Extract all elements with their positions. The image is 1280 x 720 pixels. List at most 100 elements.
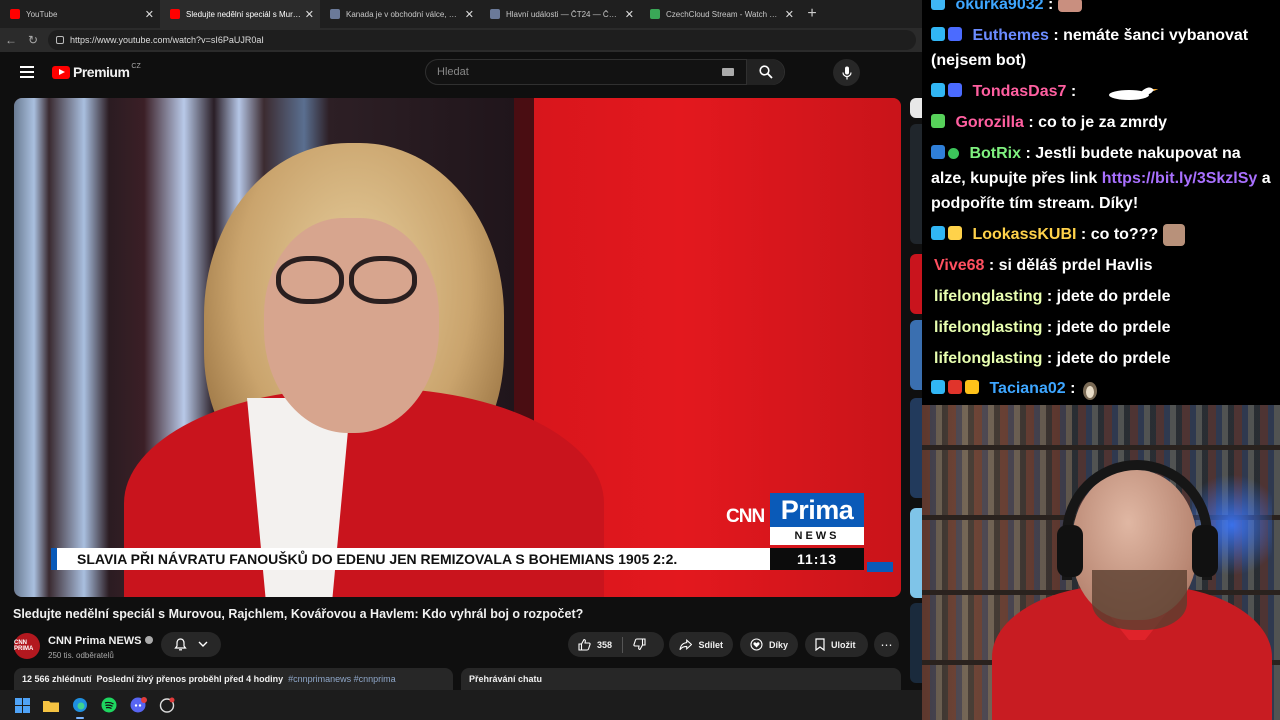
chat-text: jdete do prdele xyxy=(1056,319,1171,336)
thumb-edge[interactable] xyxy=(910,398,922,498)
description-box[interactable]: 12 566 zhlédnutí Poslední živý přenos pr… xyxy=(14,668,453,690)
verified-badge-icon xyxy=(948,148,959,159)
chat-username: okurka9032 xyxy=(955,0,1044,13)
kick-favicon-icon xyxy=(650,9,660,19)
search-input[interactable]: Hledat xyxy=(426,66,722,78)
browser-tab-kanada[interactable]: Kanada je v obchodní válce, nebo ✕ xyxy=(320,0,480,28)
chat-replay-header[interactable]: Přehrávání chatu xyxy=(461,668,901,690)
browser-tab-video[interactable]: Sledujte nedělní speciál s Murovou, R ✕ xyxy=(160,0,320,28)
close-tab-icon[interactable]: ✕ xyxy=(625,8,634,21)
search-button[interactable] xyxy=(746,59,784,85)
site-info-icon[interactable] xyxy=(56,36,64,44)
save-label: Uložit xyxy=(831,639,856,650)
video-player[interactable]: CNN Prima NEWS SLAVIA PŘI NÁVRATU FANOUŠ… xyxy=(14,98,901,597)
channel-name[interactable]: CNN Prima NEWS xyxy=(48,635,142,647)
glasses-right xyxy=(349,256,417,304)
view-count: 12 566 zhlédnutí xyxy=(22,674,92,684)
page-favicon-icon xyxy=(330,9,340,19)
new-tab-icon[interactable]: + xyxy=(800,5,824,23)
youtube-logo[interactable]: Premium CZ xyxy=(52,63,141,80)
chat-username: Vive68 xyxy=(934,257,985,274)
chat-link[interactable]: https://bit.ly/3SkzlSy xyxy=(1102,170,1258,187)
chat-message: Euthemes : nemáte šanci vybanovat (nejse… xyxy=(931,27,1249,69)
chat-message: Vive68 : si děláš prdel Havlis xyxy=(934,257,1153,274)
chat-username: LookassKUBI xyxy=(972,226,1077,243)
chat-username: lifelonglasting xyxy=(934,288,1043,305)
share-button[interactable]: Sdílet xyxy=(669,632,733,657)
youtube-premium-text: Premium xyxy=(73,64,130,80)
viewer-badge-icon xyxy=(931,226,945,240)
bell-icon xyxy=(174,638,187,651)
game-app-icon[interactable] xyxy=(157,695,177,715)
close-tab-icon[interactable]: ✕ xyxy=(785,8,794,21)
back-arrow-icon[interactable]: ← xyxy=(0,33,22,47)
keyboard-icon[interactable] xyxy=(722,68,734,76)
thanks-button[interactable]: Díky xyxy=(740,632,798,657)
close-tab-icon[interactable]: ✕ xyxy=(465,8,474,21)
search-icon xyxy=(758,65,773,79)
browser-tab-youtube[interactable]: YouTube ✕ xyxy=(0,0,160,28)
thanks-heart-icon xyxy=(750,638,763,651)
tab-title: Kanada je v obchodní válce, nebo xyxy=(346,9,461,19)
chat-message: Gorozilla : co to je za zmrdy xyxy=(931,110,1276,135)
chat-text: jdete do prdele xyxy=(1056,288,1171,305)
url-field[interactable]: https://www.youtube.com/watch?v=sI6PaUJR… xyxy=(48,30,916,50)
chat-text: si děláš prdel Havlis xyxy=(998,257,1153,274)
windows-start-icon[interactable] xyxy=(12,695,32,715)
close-tab-icon[interactable]: ✕ xyxy=(305,8,314,21)
channel-info[interactable]: CNN PRIMA CNN Prima NEWS 250 tis. odběra… xyxy=(14,631,153,660)
reload-icon[interactable]: ↻ xyxy=(22,33,44,47)
chevron-down-icon xyxy=(198,641,208,647)
prima-logo-text: Prima xyxy=(770,493,864,527)
save-button[interactable]: Uložit xyxy=(805,632,868,657)
browser-tab-ct24[interactable]: Hlavní události — ČT24 — Česká t ✕ xyxy=(480,0,640,28)
tab-title: Sledujte nedělní speciál s Murovou, R xyxy=(186,9,301,19)
youtube-favicon-icon xyxy=(10,9,20,19)
thumb-edge[interactable] xyxy=(910,603,922,683)
voice-search-button[interactable] xyxy=(833,59,860,86)
chat-text: jdete do prdele xyxy=(1056,350,1171,367)
like-count[interactable]: 358 xyxy=(597,640,612,650)
discord-icon[interactable] xyxy=(128,695,148,715)
youtube-play-logo-icon xyxy=(52,65,70,79)
sub-badge-icon xyxy=(948,27,962,41)
sub-badge-icon xyxy=(948,226,962,240)
channel-avatar[interactable]: CNN PRIMA xyxy=(14,632,40,659)
sub-badge-icon xyxy=(931,114,945,128)
thanks-label: Díky xyxy=(768,639,788,650)
edge-browser-icon[interactable] xyxy=(70,695,90,719)
thumbs-up-icon[interactable] xyxy=(578,638,591,651)
share-icon xyxy=(679,638,693,650)
menu-icon[interactable] xyxy=(20,63,34,81)
tab-title: Hlavní události — ČT24 — Česká t xyxy=(506,9,621,19)
thumb-edge[interactable] xyxy=(910,124,922,244)
glasses-left xyxy=(276,256,344,304)
close-tab-icon[interactable]: ✕ xyxy=(145,8,154,21)
crown-badge-icon xyxy=(965,380,979,394)
spotify-icon[interactable] xyxy=(99,695,119,715)
search-box[interactable]: Hledat xyxy=(425,59,785,85)
more-actions-icon[interactable]: ⋯ xyxy=(874,632,899,657)
share-label: Sdílet xyxy=(698,639,723,650)
youtube-header: Premium CZ Hledat xyxy=(0,52,922,92)
notification-button[interactable] xyxy=(161,632,221,657)
thumbs-down-icon[interactable] xyxy=(633,638,646,651)
thumb-edge[interactable] xyxy=(910,98,922,118)
thumb-edge[interactable] xyxy=(910,508,922,598)
chat-message: okurka9032 : xyxy=(931,0,1276,17)
like-dislike-group: 358 xyxy=(568,632,664,657)
chat-message: lifelonglasting : jdete do prdele xyxy=(934,288,1171,305)
file-explorer-icon[interactable] xyxy=(41,695,61,715)
thumb-edge[interactable] xyxy=(910,320,922,390)
video-title: Sledujte nedělní speciál s Murovou, Rajc… xyxy=(13,607,584,621)
hashtags[interactable]: #cnnprimanews #cnnprima xyxy=(288,674,396,684)
url-text: https://www.youtube.com/watch?v=sI6PaUJR… xyxy=(70,35,264,45)
chat-message: lifelonglasting : jdete do prdele xyxy=(934,350,1171,367)
stream-chat-overlay: okurka9032 : Euthemes : nemáte šanci vyb… xyxy=(922,0,1280,405)
chat-message: BotRix : Jestli budete nakupovat na alze… xyxy=(931,145,1271,212)
windows-taskbar xyxy=(0,690,922,720)
browser-tab-czechcloud[interactable]: CzechCloud Stream - Watch Live o ✕ xyxy=(640,0,800,28)
thumb-edge[interactable] xyxy=(910,254,922,314)
viewer-badge-icon xyxy=(931,83,945,97)
streamer-webcam xyxy=(922,405,1280,720)
